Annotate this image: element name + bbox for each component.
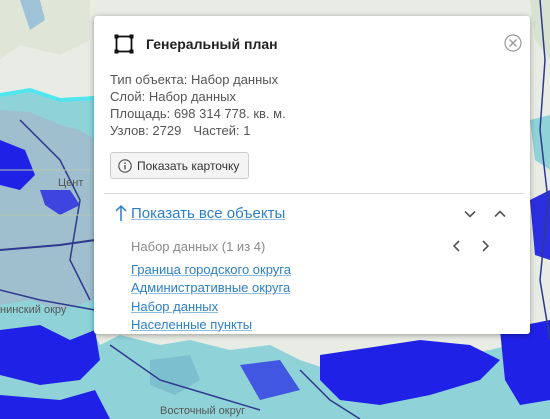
chevron-up-icon[interactable] (492, 206, 508, 222)
layer-link[interactable]: Граница городского округа (131, 261, 291, 279)
show-card-label: Показать карточку (137, 158, 240, 173)
arrow-up-icon (115, 204, 127, 221)
dataset-navigation-title: Набор данных (1 из 4) (131, 239, 266, 254)
nodes-parts-row: Узлов: 2729 Частей: 1 (110, 122, 286, 139)
layer-name: Слой: Набор данных (110, 89, 236, 104)
layer-list: Граница городского округа Административн… (131, 261, 291, 334)
feature-attributes: Тип объекта: Набор данных Слой: Набор да… (110, 71, 286, 139)
chevron-left-icon[interactable] (450, 239, 464, 253)
area-value: Площадь: 698 314 778. кв. м. (110, 106, 286, 121)
show-all-objects-link[interactable]: Показать все объекты (114, 204, 285, 222)
object-type: Тип объекта: Набор данных (110, 72, 279, 87)
close-icon[interactable] (504, 34, 522, 52)
popup-title: Генеральный план (146, 36, 278, 52)
chevron-down-icon[interactable] (462, 206, 478, 222)
chevron-right-icon[interactable] (478, 239, 492, 253)
map-label: нинский окру (0, 304, 67, 316)
polygon-select-icon (114, 34, 134, 54)
parts-count: Частей: 1 (193, 123, 251, 138)
feature-info-popup: Генеральный план Тип объекта: Набор данн… (94, 16, 530, 334)
map-label: Цент (58, 177, 83, 189)
info-icon (118, 158, 132, 173)
layer-link[interactable]: Населенные пункты (131, 316, 291, 334)
divider (104, 193, 524, 194)
nodes-count: Узлов: 2729 (110, 123, 182, 138)
map-label: Восточный округ (160, 405, 245, 417)
layer-link[interactable]: Набор данных (131, 298, 291, 316)
show-all-label: Показать все объекты (131, 204, 286, 222)
show-card-button[interactable]: Показать карточку (110, 152, 250, 179)
popup-header: Генеральный план (114, 34, 278, 54)
layer-link[interactable]: Административные округа (131, 279, 291, 297)
